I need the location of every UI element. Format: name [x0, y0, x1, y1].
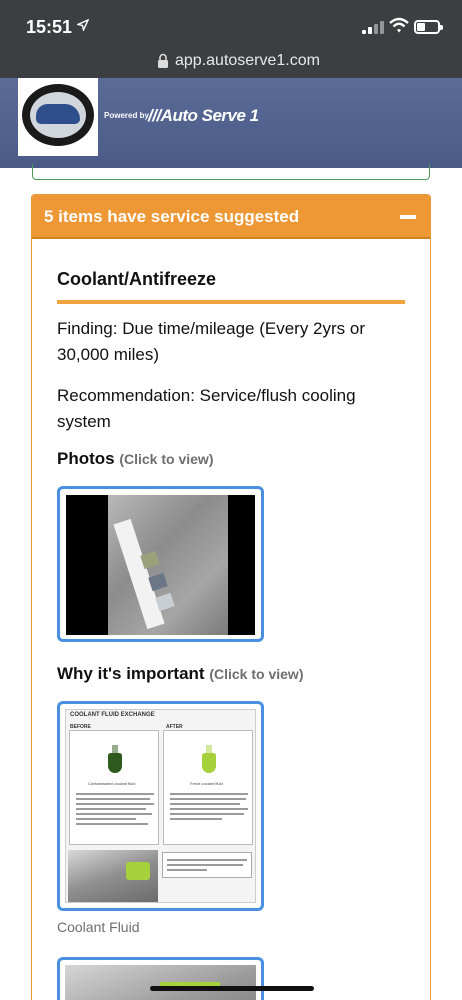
minus-icon[interactable] [400, 215, 416, 219]
service-suggested-card: 5 items have service suggested Coolant/A… [31, 194, 431, 1000]
why-important-hint: (Click to view) [209, 666, 304, 682]
recommendation-text: Recommendation: Service/flush cooling sy… [57, 386, 356, 431]
after-caption: Fresh coolant fluid [190, 781, 223, 786]
why-important-label: Why it's important [57, 664, 205, 683]
shop-logo[interactable] [18, 78, 98, 156]
dirty-flask-icon [108, 745, 122, 773]
url-text[interactable]: app.autoserve1.com [175, 52, 320, 70]
why-important-heading: Why it's important (Click to view) [57, 664, 303, 684]
car-icon [36, 104, 80, 124]
card-header[interactable]: 5 items have service suggested [32, 195, 430, 239]
home-indicator[interactable] [150, 986, 314, 991]
title-divider [57, 300, 405, 304]
shop-header: Powered by ///Auto Serve 1 [0, 78, 462, 168]
infographic-title: COOLANT FLUID EXCHANGE [70, 712, 155, 718]
photos-hint: (Click to view) [119, 451, 214, 467]
autoserve-logo-text: ///Auto Serve 1 [148, 106, 259, 125]
photos-heading-label: Photos [57, 449, 115, 468]
status-time: 15:51 [26, 17, 73, 37]
wifi-icon [389, 17, 409, 33]
photos-heading: Photos (Click to view) [57, 449, 213, 469]
battery-icon [414, 20, 443, 34]
infographic-tip [162, 852, 252, 878]
location-arrow-icon [77, 19, 89, 31]
signal-icon [362, 20, 384, 34]
previous-section-box [32, 164, 430, 180]
after-panel: Fresh coolant fluid [163, 730, 253, 845]
engine-image [68, 850, 158, 902]
infographic-caption: Coolant Fluid [57, 919, 140, 935]
before-panel: Contaminated coolant fluid [69, 730, 159, 845]
powered-by-label: Powered by [104, 111, 149, 120]
item-title: Coolant/Antifreeze [57, 269, 217, 289]
infographic-thumbnail[interactable]: COOLANT FLUID EXCHANGE BEFORE AFTER Cont… [57, 701, 264, 911]
second-infographic-thumbnail[interactable] [57, 957, 264, 1000]
main-content: 5 items have service suggested Coolant/A… [0, 164, 462, 1000]
address-bar[interactable]: app.autoserve1.com [0, 46, 462, 78]
fresh-flask-icon [202, 745, 216, 773]
status-bar: 15:51 [0, 0, 462, 46]
before-caption: Contaminated coolant fluid [88, 781, 136, 786]
card-title: 5 items have service suggested [44, 207, 300, 226]
lock-icon [158, 53, 168, 68]
finding-text: Finding: Due time/mileage (Every 2yrs or… [57, 319, 366, 364]
photo-thumbnail[interactable] [57, 486, 264, 642]
